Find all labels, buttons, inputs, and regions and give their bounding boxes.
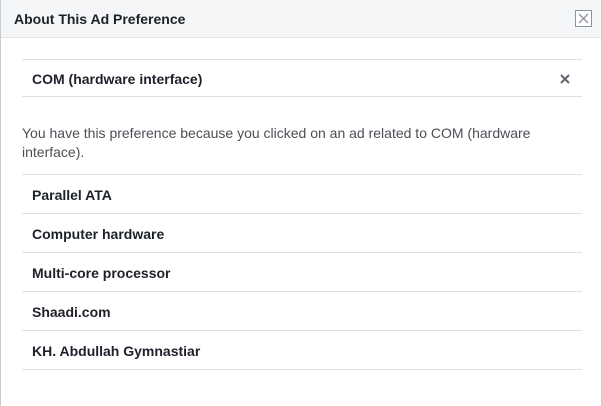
dialog-title: About This Ad Preference <box>14 11 186 27</box>
preference-topic: COM (hardware interface) <box>32 71 203 87</box>
related-item-multi-core-processor[interactable]: Multi-core processor <box>22 253 582 292</box>
close-button[interactable] <box>575 10 592 27</box>
related-item-abdullah-gymnastiar[interactable]: KH. Abdullah Gymnastiar <box>22 331 582 370</box>
dialog-body: COM (hardware interface) You have this p… <box>22 59 582 370</box>
related-preferences-list: Parallel ATA Computer hardware Multi-cor… <box>22 174 582 370</box>
related-item-computer-hardware[interactable]: Computer hardware <box>22 214 582 253</box>
close-icon <box>578 13 589 24</box>
x-icon <box>560 74 570 84</box>
dialog-header: About This Ad Preference <box>1 0 601 38</box>
ad-preference-dialog: About This Ad Preference COM (hardware i… <box>0 0 602 406</box>
preference-description: You have this preference because you cli… <box>22 125 531 160</box>
remove-preference-button[interactable] <box>558 72 572 86</box>
related-item-parallel-ata[interactable]: Parallel ATA <box>22 175 582 214</box>
preference-topic-row: COM (hardware interface) <box>22 59 582 97</box>
related-item-shaadi[interactable]: Shaadi.com <box>22 292 582 331</box>
